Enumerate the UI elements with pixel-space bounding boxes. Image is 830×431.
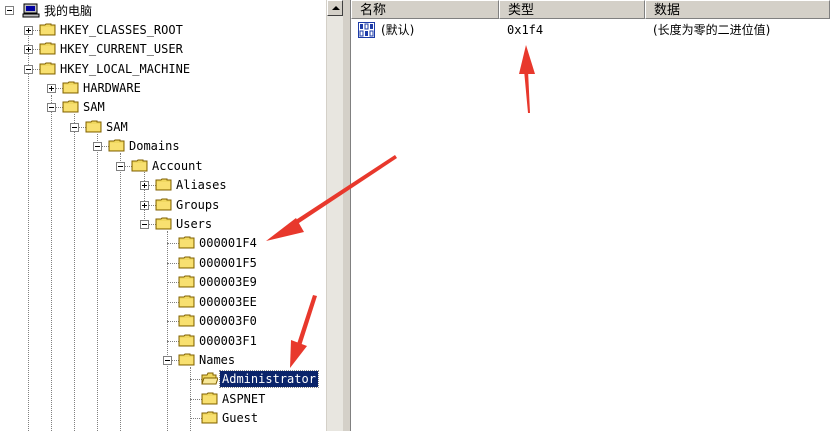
tree-item-label: SAM: [106, 120, 128, 134]
tree-item-label: Groups: [176, 198, 220, 212]
collapse-icon[interactable]: [116, 162, 125, 171]
collapse-icon[interactable]: [47, 103, 56, 112]
folder-icon: [39, 23, 56, 36]
collapse-icon[interactable]: [163, 356, 172, 365]
expand-icon[interactable]: [24, 45, 33, 54]
folder-icon: [178, 314, 195, 327]
tree-item-label: HKEY_CURRENT_USER: [60, 42, 183, 56]
folder-icon: [39, 42, 56, 55]
expand-icon[interactable]: [140, 201, 149, 210]
expand-icon[interactable]: [47, 84, 56, 93]
tree-item-label: Guest: [222, 411, 259, 425]
folder-icon: [178, 275, 195, 288]
tree-item-label: ASPNET: [222, 392, 266, 406]
open-folder-icon: [201, 372, 218, 385]
folder-icon: [39, 62, 56, 75]
folder-icon: [62, 81, 79, 94]
scroll-up-arrow-icon[interactable]: [327, 0, 343, 16]
tree-item-label: 000003F1: [199, 334, 257, 348]
folder-icon: [178, 334, 195, 347]
tree-item-label: 000001F4: [199, 236, 257, 250]
tree-item-label: Account: [152, 159, 203, 173]
tree-line: [51, 95, 52, 431]
folder-icon: [131, 159, 148, 172]
registry-tree-pane[interactable]: 我的电脑 HKEY_CLASSES_ROOT HKEY_CURRENT_USER H…: [0, 0, 326, 431]
collapse-icon[interactable]: [70, 123, 79, 132]
folder-icon: [62, 100, 79, 113]
collapse-icon[interactable]: [140, 220, 149, 229]
folder-icon: [178, 236, 195, 249]
list-header: 名称 类型 数据: [351, 0, 830, 19]
registry-values-pane[interactable]: 名称 类型 数据 (默认) 0x1f4 (长度为零的二进位值): [351, 0, 830, 431]
collapse-icon[interactable]: [24, 65, 33, 74]
computer-icon: [22, 3, 40, 18]
expand-icon[interactable]: [24, 26, 33, 35]
tree-item-label: 000003F0: [199, 314, 257, 328]
tree-line: [120, 153, 121, 431]
tree-vertical-scrollbar[interactable]: [326, 0, 343, 431]
tree-item-label: HKEY_LOCAL_MACHINE: [60, 62, 191, 76]
tree-line: [167, 231, 168, 431]
tree-item-label: 000003EE: [199, 295, 257, 309]
column-header-data[interactable]: 数据: [645, 0, 830, 19]
folder-icon: [155, 198, 172, 211]
tree-item-label: HKEY_CLASSES_ROOT: [60, 23, 183, 37]
folder-icon: [201, 411, 218, 424]
folder-icon: [178, 256, 195, 269]
collapse-icon[interactable]: [5, 6, 14, 15]
tree-item-label: 000003E9: [199, 275, 257, 289]
value-name: (默认): [381, 23, 415, 37]
value-data: (长度为零的二进位值): [653, 23, 771, 37]
folder-icon: [85, 120, 102, 133]
expand-icon[interactable]: [140, 181, 149, 190]
tree-item-label: 我的电脑: [44, 4, 93, 18]
folder-icon: [155, 217, 172, 230]
tree-item-label: SAM: [83, 100, 105, 114]
column-header-name[interactable]: 名称: [351, 0, 499, 19]
tree-line: [28, 26, 29, 431]
pane-splitter[interactable]: [343, 0, 351, 431]
tree-item-label: Aliases: [176, 178, 227, 192]
folder-icon: [178, 353, 195, 366]
tree-item-label: HARDWARE: [83, 81, 141, 95]
folder-icon: [108, 139, 125, 152]
tree-line: [74, 114, 75, 431]
value-type: 0x1f4: [507, 23, 544, 37]
folder-icon: [178, 295, 195, 308]
collapse-icon[interactable]: [93, 142, 102, 151]
tree-item-label: Users: [176, 217, 213, 231]
tree-item-label: Domains: [129, 139, 180, 153]
tree-item-label: Administrator: [219, 370, 319, 388]
binary-value-icon: [358, 22, 375, 38]
folder-icon: [201, 392, 218, 405]
tree-line: [97, 134, 98, 431]
tree-item-label: 000001F5: [199, 256, 257, 270]
folder-icon: [155, 178, 172, 191]
tree-item-label: Names: [199, 353, 236, 367]
column-header-type[interactable]: 类型: [499, 0, 645, 19]
